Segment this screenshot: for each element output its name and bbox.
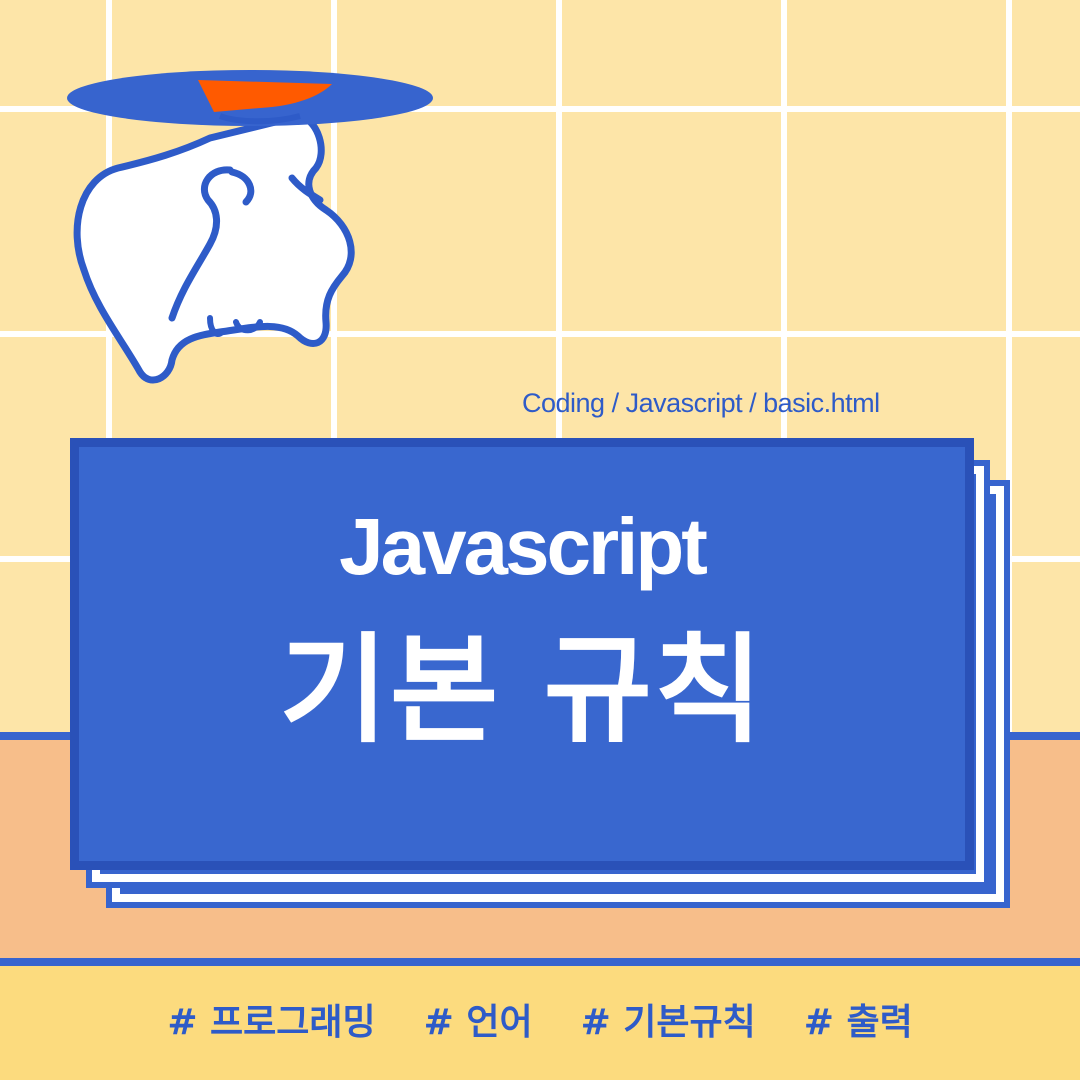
ghost-with-hat-icon xyxy=(67,70,433,384)
card-subtitle: 기본 규칙 xyxy=(279,621,765,759)
hashtag: # 언어 xyxy=(423,1002,533,1043)
tag-bar: # 프로그래밍 # 언어 # 기본규칙 # 출력 xyxy=(0,958,1080,1080)
breadcrumb: Coding / Javascript / basic.html xyxy=(522,388,880,418)
title-card: Javascript 기본 규칙 xyxy=(70,438,974,870)
hashtag: # 출력 xyxy=(803,1002,913,1043)
card-title: Javascript xyxy=(339,502,708,591)
hashtag: # 기본규칙 xyxy=(580,1002,756,1043)
hashtag: # 프로그래밍 xyxy=(167,1002,376,1043)
